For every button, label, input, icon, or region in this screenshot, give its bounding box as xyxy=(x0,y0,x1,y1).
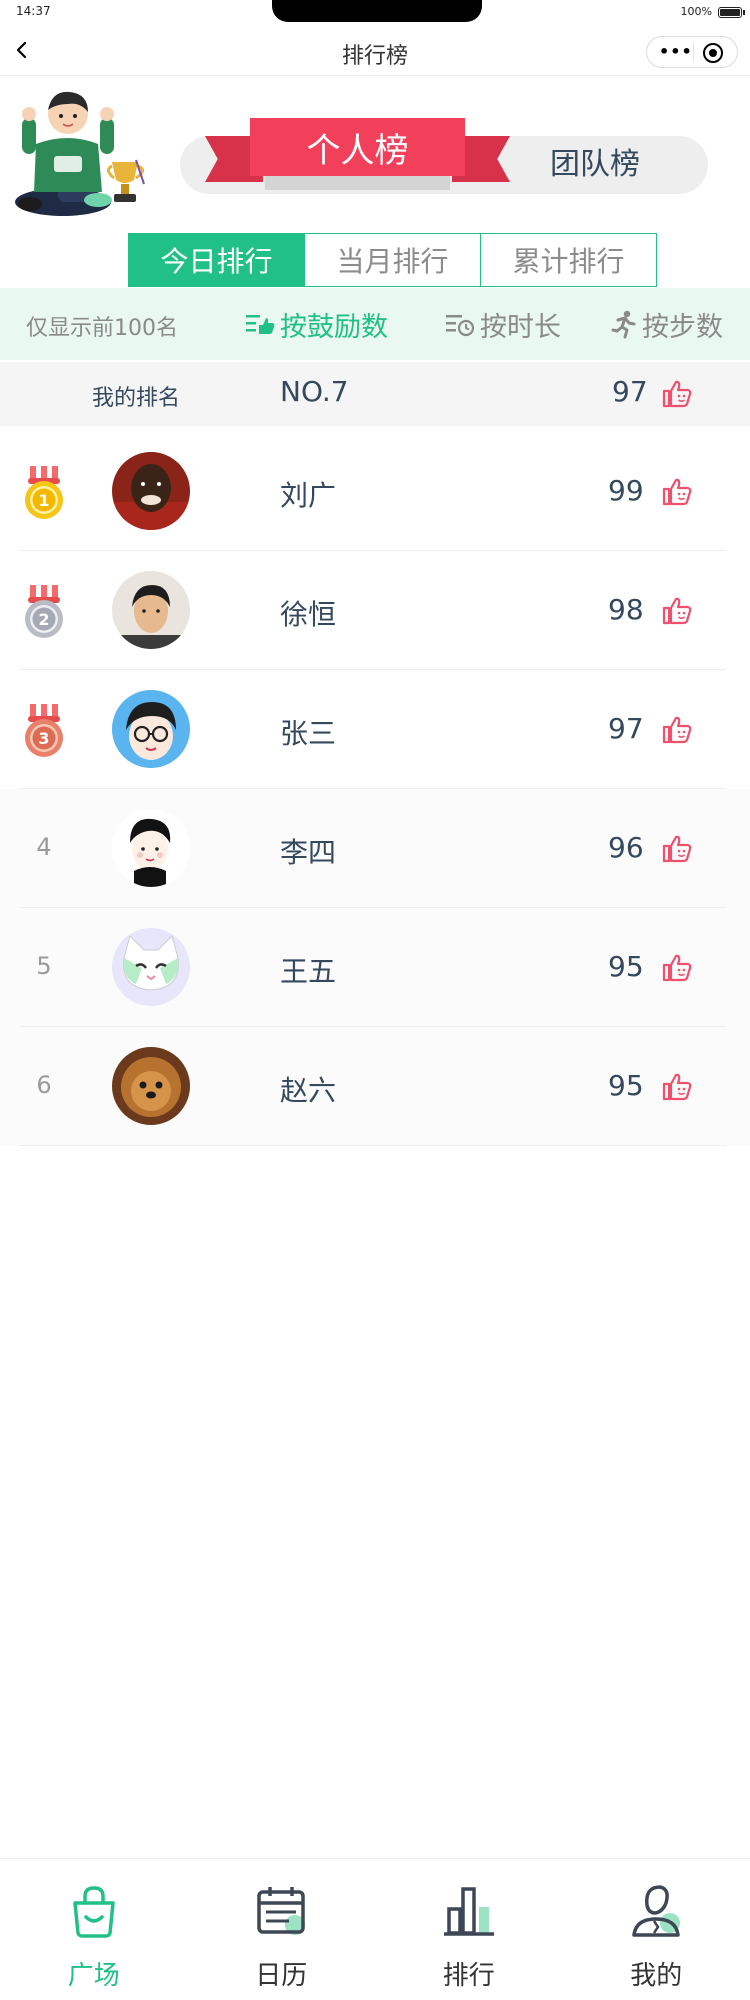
boy-cartoon-avatar xyxy=(112,809,190,887)
tab-mine-label: 我的 xyxy=(630,1961,683,1991)
gold-medal-icon: 1 xyxy=(25,466,63,519)
svg-text:1: 1 xyxy=(38,491,49,510)
rank-row[interactable]: 6 赵六 95 xyxy=(0,1027,750,1146)
sort-by-duration-label: 按时长 xyxy=(480,311,561,343)
row-score: 99 xyxy=(608,474,644,507)
man-photo-avatar xyxy=(112,571,190,649)
silver-medal-icon: 2 xyxy=(25,585,63,638)
tab-square[interactable]: 广场 xyxy=(0,1859,188,2000)
tab-calendar-label: 日历 xyxy=(255,1961,308,1991)
my-rank-score: 97 xyxy=(612,375,648,408)
board-tab-personal-label: 个人榜 xyxy=(250,118,465,176)
battery-icon xyxy=(718,7,742,18)
my-rank-number: NO.7 xyxy=(280,375,349,408)
miniprogram-capsule: ••• xyxy=(646,36,738,68)
board-tab-personal[interactable]: 个人榜 xyxy=(205,114,510,196)
svg-text:3: 3 xyxy=(38,729,49,748)
tab-month[interactable]: 当月排行 xyxy=(304,234,480,286)
sort-by-steps-label: 按步数 xyxy=(642,311,723,343)
rank-row[interactable]: 5 王五 95 xyxy=(0,908,750,1027)
board-tab-team[interactable]: 团队榜 xyxy=(510,142,680,188)
tab-ranking-label: 排行 xyxy=(442,1961,495,1991)
thumbs-up-icon[interactable] xyxy=(660,1069,694,1103)
rank-number: 4 xyxy=(36,833,52,861)
mascot-illustration xyxy=(15,91,145,216)
row-score: 97 xyxy=(608,712,644,745)
nav-bar: 排行榜 ••• xyxy=(0,26,750,76)
thumbs-up-icon[interactable] xyxy=(660,376,694,410)
tab-ranking[interactable]: 排行 xyxy=(375,1859,563,2000)
status-bar: 14:37 100% xyxy=(0,0,750,26)
tab-mine[interactable]: 我的 xyxy=(563,1859,750,2000)
list-like-icon xyxy=(246,315,275,334)
row-name: 赵六 xyxy=(280,1074,337,1107)
thumbs-up-icon[interactable] xyxy=(660,474,694,508)
rank-row[interactable]: 2 徐恒 98 xyxy=(0,551,750,670)
tab-today[interactable]: 今日排行 xyxy=(129,234,304,286)
top100-note: 仅显示前100名 xyxy=(26,316,178,341)
runner-icon xyxy=(611,310,636,339)
row-score: 95 xyxy=(608,950,644,983)
thumbs-up-icon[interactable] xyxy=(660,831,694,865)
thumbs-up-icon[interactable] xyxy=(660,712,694,746)
close-target-icon[interactable] xyxy=(703,43,723,63)
rank-list: 1 刘广 99 2 徐恒 98 3 张三 97 4 李四 96 5 王五 95 … xyxy=(0,432,750,1146)
calendar-icon xyxy=(257,1887,306,1935)
bronze-medal-icon: 3 xyxy=(25,704,63,757)
bag-icon xyxy=(73,1886,115,1938)
man-dark-avatar xyxy=(112,452,190,530)
my-rank-label: 我的排名 xyxy=(92,386,181,411)
rank-number: 5 xyxy=(36,952,52,980)
thumbs-up-icon[interactable] xyxy=(660,593,694,627)
svg-text:2: 2 xyxy=(38,610,49,629)
my-rank-row: 我的排名 NO.7 97 xyxy=(0,362,750,426)
row-name: 王五 xyxy=(280,955,337,988)
rank-number: 6 xyxy=(36,1071,52,1099)
tab-total[interactable]: 累计排行 xyxy=(480,234,656,286)
bar-chart-icon xyxy=(443,1887,494,1936)
row-name: 徐恒 xyxy=(280,598,337,631)
tab-bar: 广场 日历 排行 我的 xyxy=(0,1858,750,2000)
dog-photo-avatar xyxy=(112,1047,190,1125)
cat-cartoon-avatar xyxy=(112,928,190,1006)
sort-bar: 仅显示前100名 按鼓励数 按时长 按步数 xyxy=(0,288,750,360)
time-range-tabs: 今日排行 当月排行 累计排行 xyxy=(128,233,657,287)
thumbs-up-icon[interactable] xyxy=(660,950,694,984)
row-score: 98 xyxy=(608,593,644,626)
rank-row[interactable]: 1 刘广 99 xyxy=(0,432,750,551)
row-score: 96 xyxy=(608,831,644,864)
row-name: 李四 xyxy=(280,836,337,869)
user-icon xyxy=(632,1885,681,1937)
status-time: 14:37 xyxy=(16,4,51,18)
rank-row[interactable]: 4 李四 96 xyxy=(0,789,750,908)
rank-row[interactable]: 3 张三 97 xyxy=(0,670,750,789)
row-name: 张三 xyxy=(280,717,337,750)
glasses-cartoon-avatar xyxy=(112,690,190,768)
tab-calendar[interactable]: 日历 xyxy=(188,1859,376,2000)
camera-notch xyxy=(272,0,482,22)
row-score: 95 xyxy=(608,1069,644,1102)
list-clock-icon xyxy=(446,315,475,337)
sort-by-likes-label: 按鼓励数 xyxy=(280,311,388,343)
sort-by-steps[interactable]: 按步数 xyxy=(610,306,723,343)
battery-level: 100% xyxy=(680,5,712,18)
tab-square-label: 广场 xyxy=(67,1961,120,1991)
more-icon[interactable]: ••• xyxy=(659,44,693,60)
sort-by-duration[interactable]: 按时长 xyxy=(444,306,561,343)
sort-by-likes[interactable]: 按鼓励数 xyxy=(244,306,388,343)
row-name: 刘广 xyxy=(280,479,337,512)
page-title: 排行榜 xyxy=(341,44,408,69)
